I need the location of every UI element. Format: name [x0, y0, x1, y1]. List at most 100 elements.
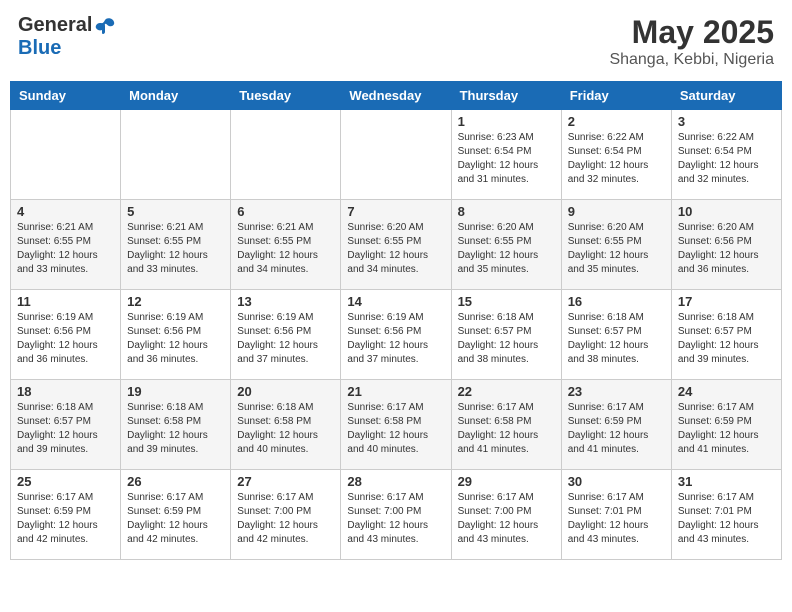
day-info: Sunrise: 6:19 AM Sunset: 6:56 PM Dayligh…: [347, 311, 444, 367]
calendar-subtitle: Shanga, Kebbi, Nigeria: [609, 51, 774, 69]
day-info: Sunrise: 6:18 AM Sunset: 6:58 PM Dayligh…: [237, 401, 334, 457]
calendar-cell: 13 Sunrise: 6:19 AM Sunset: 6:56 PM Dayli…: [231, 290, 341, 380]
day-info: Sunrise: 6:21 AM Sunset: 6:55 PM Dayligh…: [237, 221, 334, 277]
calendar-cell: 17 Sunrise: 6:18 AM Sunset: 6:57 PM Dayli…: [671, 290, 781, 380]
logo-bird-icon: [94, 17, 116, 35]
calendar-cell: 29Sunrise: 6:17 AM Sunset: 7:00 PM Dayli…: [451, 470, 561, 560]
calendar-cell: 31 Sunrise: 6:17 AM Sunset: 7:01 PM Dayli…: [671, 470, 781, 560]
day-number: 17: [678, 294, 775, 309]
calendar-cell: 21 Sunrise: 6:17 AM Sunset: 6:58 PM Dayli…: [341, 380, 451, 470]
calendar-week-3: 11 Sunrise: 6:19 AM Sunset: 6:56 PM Dayli…: [11, 290, 782, 380]
day-number: 19: [127, 384, 224, 399]
day-number: 4: [17, 204, 114, 219]
calendar-cell: 11 Sunrise: 6:19 AM Sunset: 6:56 PM Dayli…: [11, 290, 121, 380]
calendar-cell: 14Sunrise: 6:19 AM Sunset: 6:56 PM Dayli…: [341, 290, 451, 380]
calendar-cell: 9Sunrise: 6:20 AM Sunset: 6:55 PM Daylig…: [561, 200, 671, 290]
day-info: Sunrise: 6:19 AM Sunset: 6:56 PM Dayligh…: [17, 311, 114, 367]
calendar-header-thursday: Thursday: [451, 82, 561, 110]
day-number: 27: [237, 474, 334, 489]
calendar-cell: 25 Sunrise: 6:17 AM Sunset: 6:59 PM Dayli…: [11, 470, 121, 560]
day-number: 21: [347, 384, 444, 399]
calendar-cell: 18Sunrise: 6:18 AM Sunset: 6:57 PM Dayli…: [11, 380, 121, 470]
calendar-cell: [231, 110, 341, 200]
day-number: 8: [458, 204, 555, 219]
day-number: 2: [568, 114, 665, 129]
calendar-header-monday: Monday: [121, 82, 231, 110]
logo-blue-text: Blue: [18, 37, 61, 59]
day-number: 10: [678, 204, 775, 219]
calendar-cell: [121, 110, 231, 200]
day-info: Sunrise: 6:22 AM Sunset: 6:54 PM Dayligh…: [678, 131, 775, 187]
calendar-body: 1 Sunrise: 6:23 AM Sunset: 6:54 PM Daylig…: [11, 110, 782, 560]
day-info: Sunrise: 6:17 AM Sunset: 7:00 PM Dayligh…: [237, 491, 334, 547]
calendar-header-tuesday: Tuesday: [231, 82, 341, 110]
calendar-header-sunday: Sunday: [11, 82, 121, 110]
day-number: 16: [568, 294, 665, 309]
day-info: Sunrise: 6:19 AM Sunset: 6:56 PM Dayligh…: [237, 311, 334, 367]
day-number: 28: [347, 474, 444, 489]
day-info: Sunrise: 6:17 AM Sunset: 7:01 PM Dayligh…: [568, 491, 665, 547]
calendar-cell: [341, 110, 451, 200]
calendar-cell: 2 Sunrise: 6:22 AM Sunset: 6:54 PM Daylig…: [561, 110, 671, 200]
day-info: Sunrise: 6:18 AM Sunset: 6:57 PM Dayligh…: [678, 311, 775, 367]
day-info: Sunrise: 6:23 AM Sunset: 6:54 PM Dayligh…: [458, 131, 555, 187]
day-number: 12: [127, 294, 224, 309]
day-info: Sunrise: 6:19 AM Sunset: 6:56 PM Dayligh…: [127, 311, 224, 367]
day-number: 11: [17, 294, 114, 309]
calendar-cell: 23 Sunrise: 6:17 AM Sunset: 6:59 PM Dayli…: [561, 380, 671, 470]
page-header: General Blue May 2025 Shanga, Kebbi, Nig…: [10, 10, 782, 73]
day-number: 1: [458, 114, 555, 129]
day-number: 15: [458, 294, 555, 309]
day-number: 3: [678, 114, 775, 129]
day-info: Sunrise: 6:21 AM Sunset: 6:55 PM Dayligh…: [17, 221, 114, 277]
calendar-title: May 2025: [609, 14, 774, 51]
title-block: May 2025 Shanga, Kebbi, Nigeria: [609, 14, 774, 69]
calendar-header-saturday: Saturday: [671, 82, 781, 110]
calendar-cell: 16 Sunrise: 6:18 AM Sunset: 6:57 PM Dayli…: [561, 290, 671, 380]
day-number: 13: [237, 294, 334, 309]
day-info: Sunrise: 6:17 AM Sunset: 6:59 PM Dayligh…: [17, 491, 114, 547]
day-info: Sunrise: 6:21 AM Sunset: 6:55 PM Dayligh…: [127, 221, 224, 277]
calendar-table: SundayMondayTuesdayWednesdayThursdayFrid…: [10, 81, 782, 560]
calendar-cell: 26 Sunrise: 6:17 AM Sunset: 6:59 PM Dayli…: [121, 470, 231, 560]
calendar-cell: 30Sunrise: 6:17 AM Sunset: 7:01 PM Dayli…: [561, 470, 671, 560]
day-info: Sunrise: 6:18 AM Sunset: 6:58 PM Dayligh…: [127, 401, 224, 457]
day-info: Sunrise: 6:17 AM Sunset: 6:59 PM Dayligh…: [568, 401, 665, 457]
calendar-cell: 8Sunrise: 6:20 AM Sunset: 6:55 PM Daylig…: [451, 200, 561, 290]
calendar-cell: [11, 110, 121, 200]
day-number: 26: [127, 474, 224, 489]
day-info: Sunrise: 6:17 AM Sunset: 7:01 PM Dayligh…: [678, 491, 775, 547]
calendar-cell: 7Sunrise: 6:20 AM Sunset: 6:55 PM Daylig…: [341, 200, 451, 290]
calendar-cell: 24Sunrise: 6:17 AM Sunset: 6:59 PM Dayli…: [671, 380, 781, 470]
day-info: Sunrise: 6:17 AM Sunset: 6:58 PM Dayligh…: [347, 401, 444, 457]
calendar-cell: 12 Sunrise: 6:19 AM Sunset: 6:56 PM Dayli…: [121, 290, 231, 380]
day-info: Sunrise: 6:17 AM Sunset: 7:00 PM Dayligh…: [458, 491, 555, 547]
calendar-week-2: 4 Sunrise: 6:21 AM Sunset: 6:55 PM Daylig…: [11, 200, 782, 290]
calendar-cell: 1 Sunrise: 6:23 AM Sunset: 6:54 PM Daylig…: [451, 110, 561, 200]
day-info: Sunrise: 6:22 AM Sunset: 6:54 PM Dayligh…: [568, 131, 665, 187]
day-info: Sunrise: 6:17 AM Sunset: 6:59 PM Dayligh…: [678, 401, 775, 457]
calendar-header-row: SundayMondayTuesdayWednesdayThursdayFrid…: [11, 82, 782, 110]
calendar-cell: 15Sunrise: 6:18 AM Sunset: 6:57 PM Dayli…: [451, 290, 561, 380]
calendar-cell: 10 Sunrise: 6:20 AM Sunset: 6:56 PM Dayli…: [671, 200, 781, 290]
day-info: Sunrise: 6:18 AM Sunset: 6:57 PM Dayligh…: [568, 311, 665, 367]
logo: General Blue: [18, 14, 116, 60]
calendar-cell: 22Sunrise: 6:17 AM Sunset: 6:58 PM Dayli…: [451, 380, 561, 470]
day-number: 20: [237, 384, 334, 399]
day-number: 25: [17, 474, 114, 489]
calendar-header-wednesday: Wednesday: [341, 82, 451, 110]
calendar-cell: 3 Sunrise: 6:22 AM Sunset: 6:54 PM Daylig…: [671, 110, 781, 200]
day-info: Sunrise: 6:17 AM Sunset: 7:00 PM Dayligh…: [347, 491, 444, 547]
day-info: Sunrise: 6:17 AM Sunset: 6:59 PM Dayligh…: [127, 491, 224, 547]
calendar-cell: 4 Sunrise: 6:21 AM Sunset: 6:55 PM Daylig…: [11, 200, 121, 290]
calendar-week-1: 1 Sunrise: 6:23 AM Sunset: 6:54 PM Daylig…: [11, 110, 782, 200]
day-number: 31: [678, 474, 775, 489]
day-info: Sunrise: 6:20 AM Sunset: 6:56 PM Dayligh…: [678, 221, 775, 277]
day-number: 18: [17, 384, 114, 399]
logo-general-text: General: [18, 14, 92, 37]
day-info: Sunrise: 6:20 AM Sunset: 6:55 PM Dayligh…: [568, 221, 665, 277]
day-info: Sunrise: 6:20 AM Sunset: 6:55 PM Dayligh…: [347, 221, 444, 277]
calendar-cell: 6Sunrise: 6:21 AM Sunset: 6:55 PM Daylig…: [231, 200, 341, 290]
day-number: 23: [568, 384, 665, 399]
calendar-cell: 19 Sunrise: 6:18 AM Sunset: 6:58 PM Dayli…: [121, 380, 231, 470]
